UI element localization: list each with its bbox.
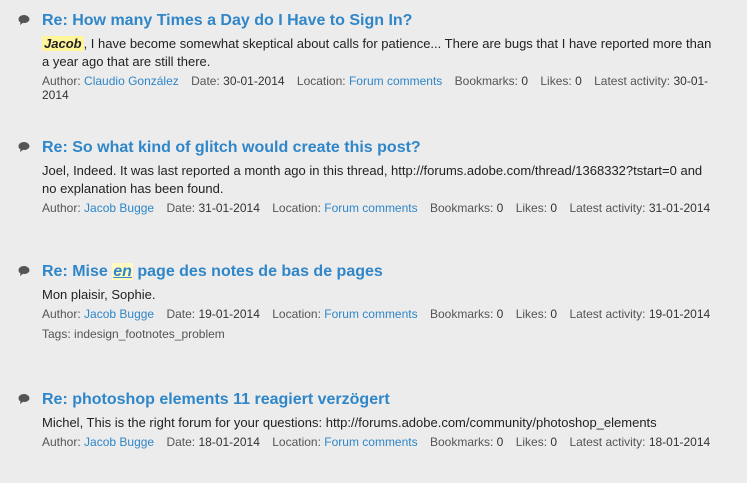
result-snippet: Michel, This is the right forum for your…	[42, 414, 718, 432]
snippet-text: Michel, This is the right forum for your…	[42, 415, 657, 430]
result-title-link[interactable]: Re: How many Times a Day do I Have to Si…	[42, 11, 718, 31]
likes-count: 0	[550, 201, 558, 215]
author-label: Author:	[42, 74, 81, 88]
date-label: Date:	[166, 307, 196, 321]
speech-bubble-icon	[18, 141, 30, 153]
date-label: Date:	[191, 74, 220, 88]
result-tags: Tags: indesign_footnotes_problem	[42, 327, 718, 341]
likes-count: 0	[550, 307, 558, 321]
likes-label: Likes:	[515, 307, 548, 321]
tag-item[interactable]: indesign_footnotes_problem	[74, 327, 225, 341]
speech-bubble-icon	[18, 14, 30, 26]
snippet-text: Mon plaisir, Sophie.	[42, 287, 156, 302]
date-label: Date:	[166, 435, 196, 449]
latest-activity-label: Latest activity:	[569, 307, 646, 321]
author-link[interactable]: Jacob Bugge	[84, 435, 154, 449]
latest-activity-label: Latest activity:	[569, 435, 646, 449]
result-title-link[interactable]: Re: Mise en page des notes de bas de pag…	[42, 262, 718, 282]
title-text-suffix: page des notes de bas de pages	[132, 263, 383, 280]
search-term-highlight: Jacob	[42, 36, 84, 51]
tags-label: Tags:	[42, 327, 71, 341]
location-link[interactable]: Forum comments	[324, 201, 417, 215]
date-value: 19-01-2014	[198, 307, 260, 321]
author-link[interactable]: Jacob Bugge	[84, 201, 154, 215]
latest-activity-label: Latest activity:	[594, 74, 671, 88]
author-link[interactable]: Claudio González	[84, 74, 179, 88]
speech-bubble-icon	[18, 265, 30, 277]
latest-activity-label: Latest activity:	[569, 201, 646, 215]
date-value: 18-01-2014	[198, 435, 260, 449]
speech-bubble-icon	[18, 393, 30, 405]
date-label: Date:	[166, 201, 196, 215]
bookmarks-count: 0	[496, 307, 504, 321]
location-label: Location:	[272, 307, 321, 321]
bookmarks-label: Bookmarks:	[454, 74, 518, 88]
result-snippet: Joel, Indeed. It was last reported a mon…	[42, 162, 718, 198]
snippet-text: Joel, Indeed. It was last reported a mon…	[42, 163, 703, 196]
bookmarks-count: 0	[521, 74, 529, 88]
author-label: Author:	[42, 201, 81, 215]
latest-activity-value: 31-01-2014	[648, 201, 711, 215]
bookmarks-count: 0	[496, 435, 504, 449]
result-snippet: Mon plaisir, Sophie.	[42, 286, 718, 304]
likes-label: Likes:	[515, 201, 548, 215]
bookmarks-count: 0	[496, 201, 504, 215]
latest-activity-value: 18-01-2014	[648, 435, 711, 449]
date-value: 31-01-2014	[198, 201, 260, 215]
author-label: Author:	[42, 307, 81, 321]
result-meta: Author: Claudio González Date: 30-01-201…	[42, 74, 718, 102]
result-meta: Author: Jacob Bugge Date: 19-01-2014 Loc…	[42, 307, 718, 321]
likes-count: 0	[550, 435, 558, 449]
result-snippet: Jacob, I have become somewhat skeptical …	[42, 35, 718, 71]
latest-activity-value: 19-01-2014	[648, 307, 711, 321]
likes-label: Likes:	[540, 74, 572, 88]
location-link[interactable]: Forum comments	[349, 74, 442, 88]
bookmarks-label: Bookmarks:	[429, 201, 494, 215]
title-text: Re: Mise	[42, 263, 113, 280]
author-label: Author:	[42, 435, 81, 449]
likes-count: 0	[575, 74, 582, 88]
title-text: Re: So what kind of glitch would create …	[42, 139, 421, 156]
location-link[interactable]: Forum comments	[324, 435, 417, 449]
likes-label: Likes:	[515, 435, 548, 449]
author-link[interactable]: Jacob Bugge	[84, 307, 154, 321]
title-text: Re: photoshop elements 11 reagiert verzö…	[42, 391, 390, 408]
date-value: 30-01-2014	[223, 74, 285, 88]
location-label: Location:	[296, 74, 346, 88]
title-search-term-highlight: en	[112, 263, 133, 280]
result-meta: Author: Jacob Bugge Date: 18-01-2014 Loc…	[42, 435, 718, 449]
result-title-link[interactable]: Re: photoshop elements 11 reagiert verzö…	[42, 390, 718, 410]
bookmarks-label: Bookmarks:	[429, 307, 494, 321]
location-label: Location:	[272, 435, 321, 449]
location-link[interactable]: Forum comments	[324, 307, 417, 321]
result-meta: Author: Jacob Bugge Date: 31-01-2014 Loc…	[42, 201, 718, 215]
snippet-text: , I have become somewhat skeptical about…	[42, 36, 712, 69]
bookmarks-label: Bookmarks:	[429, 435, 494, 449]
result-title-link[interactable]: Re: So what kind of glitch would create …	[42, 138, 718, 158]
title-text: Re: How many Times a Day do I Have to Si…	[42, 12, 413, 29]
location-label: Location:	[272, 201, 321, 215]
